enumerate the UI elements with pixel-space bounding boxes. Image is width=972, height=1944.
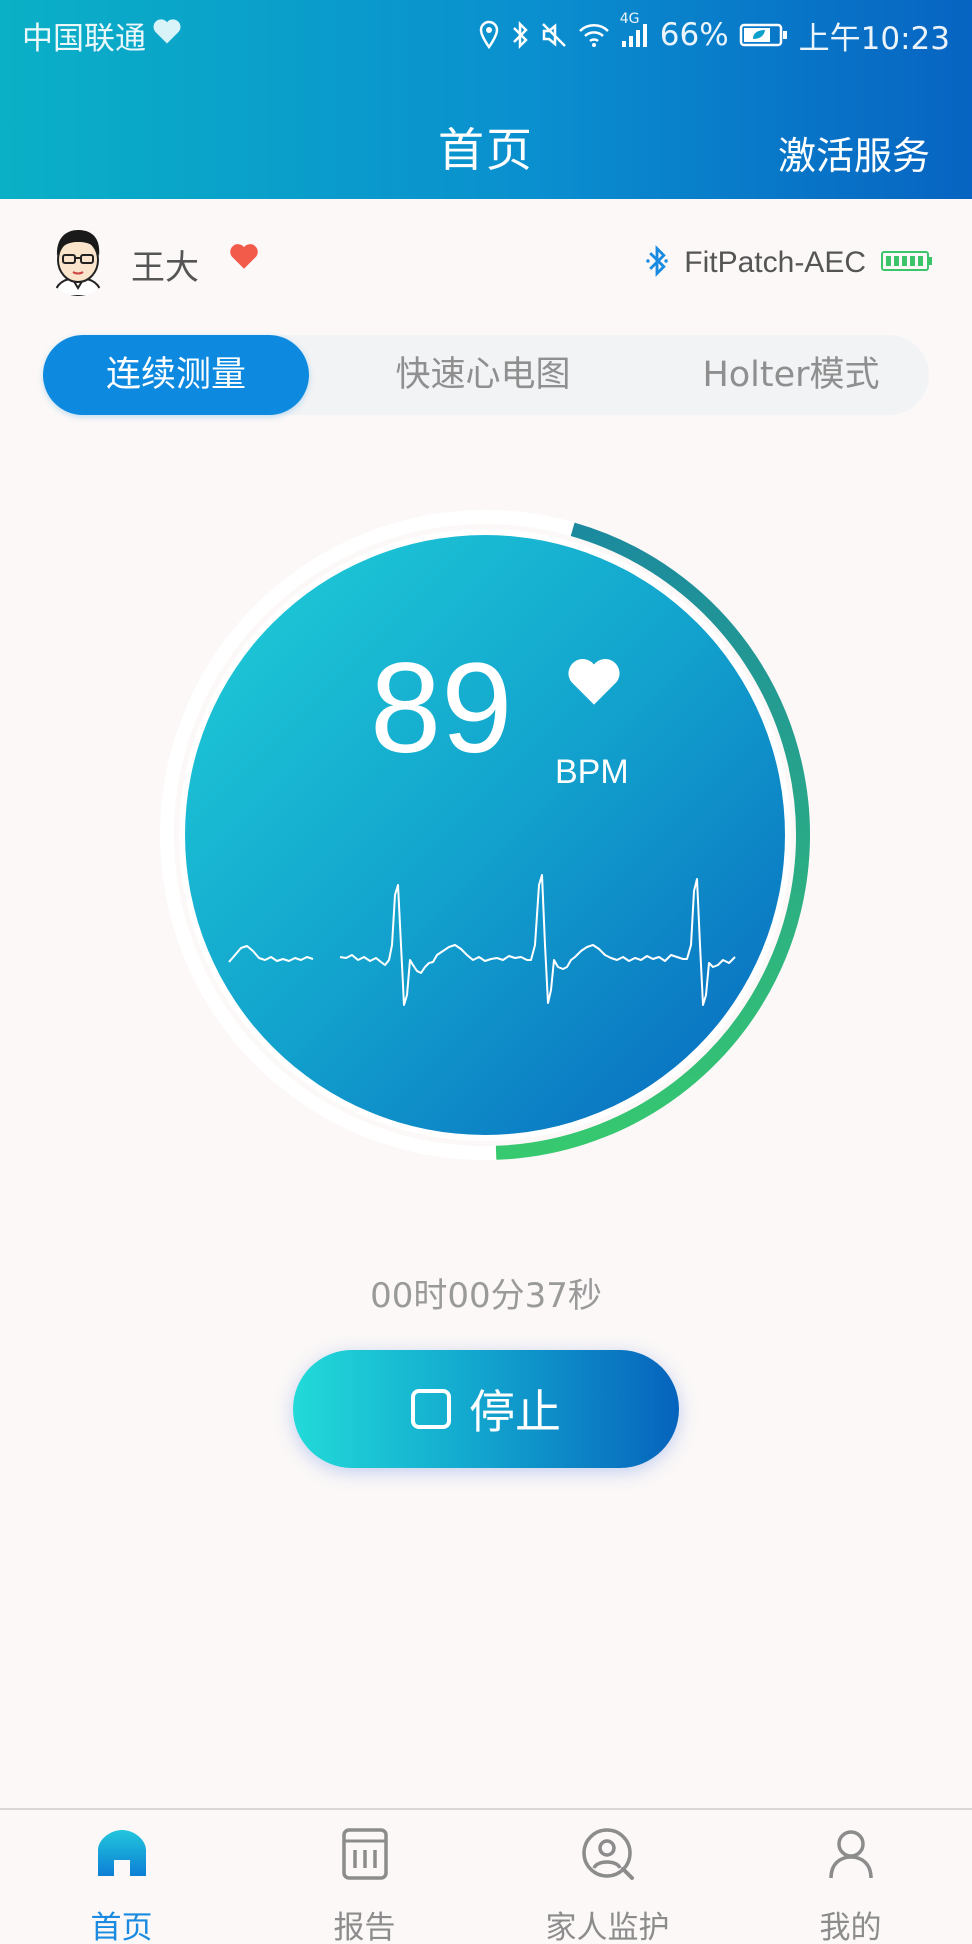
nav-home[interactable]: 首页	[0, 1810, 243, 1944]
bpm-value: 89	[370, 637, 513, 780]
bpm-unit: BPM	[555, 753, 629, 791]
app-header: 中国联通 4G 66% 上午10:23 首页 激活服务	[0, 0, 972, 199]
tab-quick-ecg[interactable]: 快速心电图	[343, 335, 623, 415]
family-monitor-icon	[578, 1824, 638, 1884]
home-icon	[92, 1824, 152, 1884]
heart-icon	[565, 655, 623, 711]
mute-icon	[540, 21, 568, 49]
progress-ring	[160, 510, 810, 1160]
location-icon	[478, 20, 500, 50]
heart-status-icon	[152, 17, 182, 53]
activate-service-button[interactable]: 激活服务	[778, 125, 930, 180]
heart-rate-gauge: 89 BPM	[155, 505, 815, 1165]
stop-icon	[411, 1389, 451, 1429]
nav-family-monitor-label: 家人监护	[545, 1910, 670, 1944]
elapsed-timer: 00时00分37秒	[370, 1276, 602, 1316]
battery-icon	[739, 21, 789, 49]
device-status[interactable]: FitPatch-AEC	[644, 244, 934, 282]
bottom-nav: 首页 报告 家人监护 我的	[0, 1808, 972, 1944]
wifi-icon	[578, 21, 610, 49]
device-name: FitPatch-AEC	[684, 246, 866, 279]
status-bar: 中国联通 4G 66% 上午10:23	[0, 0, 972, 70]
device-battery-icon	[880, 249, 934, 277]
user-name: 王大	[131, 248, 199, 288]
nav-report-label: 报告	[333, 1910, 396, 1944]
tab-continuous-measurement[interactable]: 连续测量	[43, 335, 309, 415]
battery-percent: 66%	[659, 17, 729, 53]
profile-icon	[821, 1824, 881, 1884]
nav-profile-label: 我的	[819, 1910, 882, 1944]
bluetooth-status-icon	[510, 20, 530, 50]
report-icon	[335, 1824, 395, 1884]
mode-tabs: 连续测量 快速心电图 Holter模式	[43, 335, 929, 415]
nav-report[interactable]: 报告	[243, 1810, 486, 1944]
carrier-label: 中国联通	[22, 20, 146, 57]
bluetooth-icon	[644, 244, 670, 282]
user-row: 王大 FitPatch-AEC	[0, 220, 972, 300]
clock: 上午10:23	[798, 20, 950, 57]
tab-holter-mode[interactable]: Holter模式	[653, 335, 929, 415]
avatar[interactable]	[44, 224, 112, 296]
signal-icon: 4G	[620, 11, 650, 49]
heart-icon	[228, 242, 260, 274]
stop-button[interactable]: 停止	[293, 1350, 679, 1468]
nav-family-monitor[interactable]: 家人监护	[486, 1810, 729, 1944]
stop-button-label: 停止	[469, 1385, 561, 1439]
nav-home-label: 首页	[90, 1910, 153, 1944]
network-type-label: 4G	[619, 11, 640, 27]
gauge-disc	[185, 535, 785, 1135]
title-bar: 首页 激活服务	[0, 100, 972, 190]
nav-profile[interactable]: 我的	[729, 1810, 972, 1944]
